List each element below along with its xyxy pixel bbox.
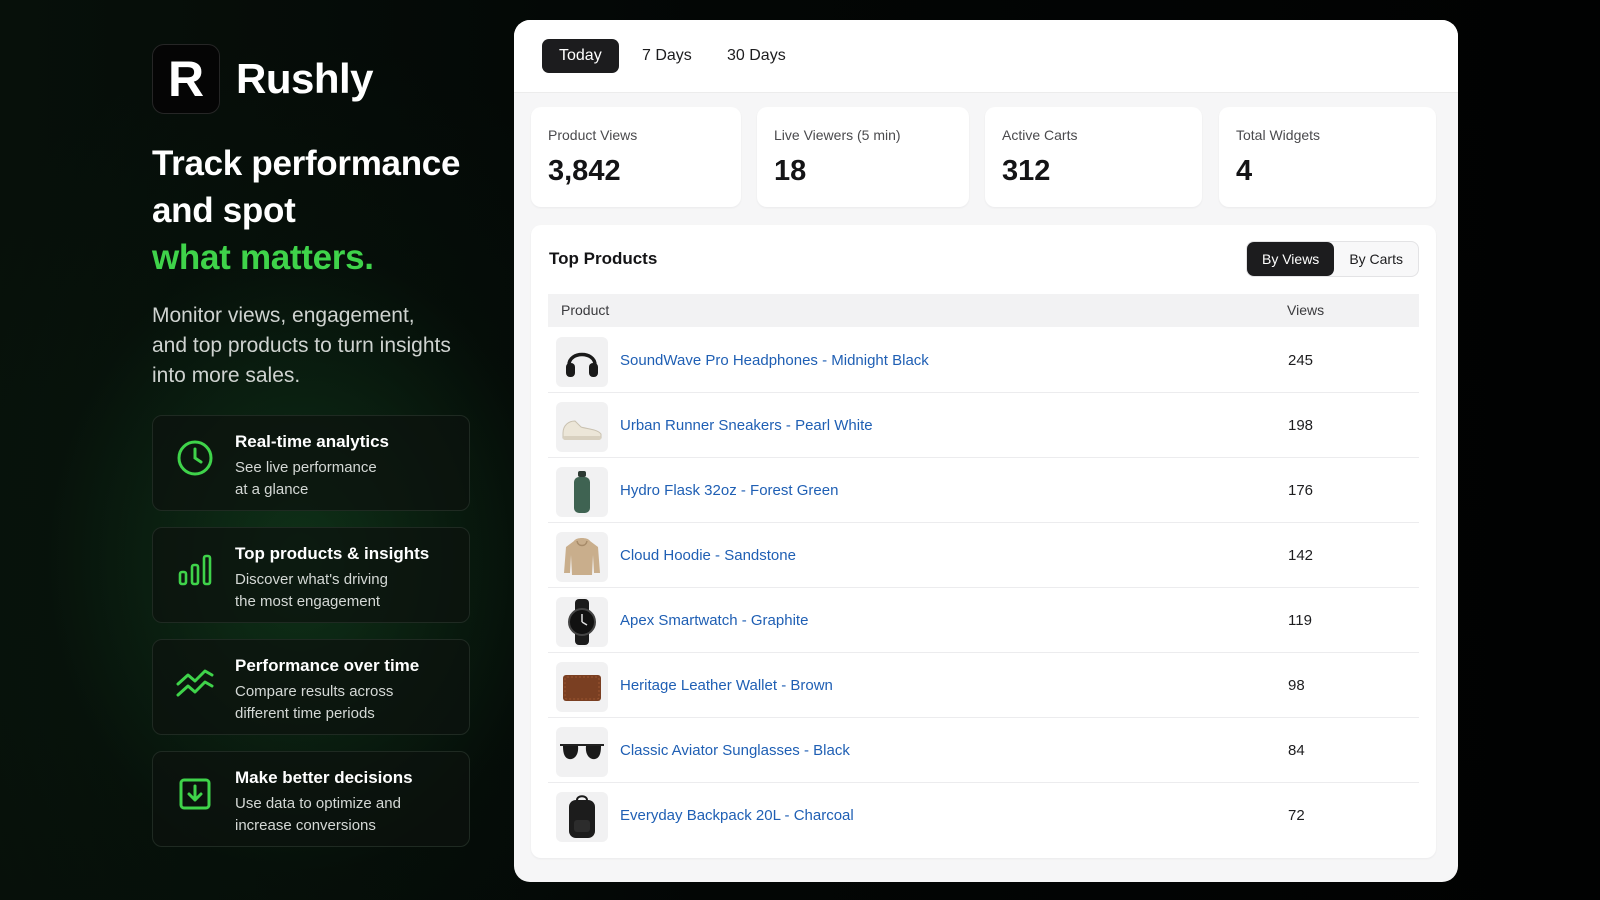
product-thumbnail	[556, 402, 608, 452]
product-views: 98	[1288, 677, 1305, 694]
stat-label: Total Widgets	[1236, 127, 1321, 143]
table-row: Everyday Backpack 20L - Charcoal 72	[548, 783, 1419, 847]
table-row: Hydro Flask 32oz - Forest Green 176	[548, 458, 1419, 523]
table-header: Product Views	[548, 294, 1419, 327]
product-link[interactable]: Heritage Leather Wallet - Brown	[620, 653, 833, 719]
table-row: Heritage Leather Wallet - Brown 98	[548, 653, 1419, 718]
product-thumbnail	[556, 597, 608, 647]
stat-card-product-views: Product Views 3,842	[531, 107, 741, 207]
top-products-title: Top Products	[549, 249, 658, 268]
sort-by-views-button[interactable]: By Views	[1246, 242, 1335, 276]
product-thumbnail	[556, 727, 608, 777]
product-thumbnail	[556, 337, 608, 387]
feature-description: See live performance at a glance	[235, 459, 377, 498]
feature-card: Top products & insights Discover what's …	[152, 527, 470, 623]
table-row: Cloud Hoodie - Sandstone 142	[548, 523, 1419, 588]
stat-card-total-widgets: Total Widgets 4	[1219, 107, 1436, 207]
feature-description: Use data to optimize and increase convers…	[235, 795, 401, 834]
product-link[interactable]: Everyday Backpack 20L - Charcoal	[620, 783, 854, 849]
feature-description: Discover what's driving the most engageme…	[235, 571, 388, 610]
product-link[interactable]: Cloud Hoodie - Sandstone	[620, 523, 796, 589]
stat-value: 4	[1236, 155, 1253, 187]
column-header-product: Product	[561, 302, 610, 318]
product-views: 176	[1288, 482, 1314, 499]
hero-section: R Rushly Track performance and spot what…	[152, 44, 472, 391]
wallet-icon	[563, 675, 601, 701]
feature-card: Performance over time Compare results ac…	[152, 639, 470, 735]
tab-today[interactable]: Today	[542, 39, 619, 73]
smartwatch-icon	[568, 599, 596, 645]
sneaker-icon	[562, 420, 602, 440]
top-products-card: Top Products By Views By Carts Product V…	[531, 225, 1436, 858]
brand-name: Rushly	[236, 55, 374, 102]
table-row: Apex Smartwatch - Graphite 119	[548, 588, 1419, 653]
table-row: Classic Aviator Sunglasses - Black 84	[548, 718, 1419, 783]
headline-line-2: and spot	[152, 191, 296, 230]
product-table-body: SoundWave Pro Headphones - Midnight Blac…	[548, 328, 1419, 847]
stat-value: 18	[774, 155, 807, 187]
table-row: Urban Runner Sneakers - Pearl White 198	[548, 393, 1419, 458]
product-views: 142	[1288, 547, 1314, 564]
bar-chart-icon	[178, 554, 212, 586]
time-range-tabs: Today 7 Days 30 Days	[514, 20, 1458, 93]
stat-card-live-viewers: Live Viewers (5 min) 18	[757, 107, 969, 207]
product-link[interactable]: Hydro Flask 32oz - Forest Green	[620, 458, 838, 524]
feature-title: Performance over time	[235, 656, 420, 675]
clock-icon	[177, 440, 213, 476]
feature-title: Real-time analytics	[235, 432, 390, 451]
product-views: 198	[1288, 417, 1314, 434]
table-row: SoundWave Pro Headphones - Midnight Blac…	[548, 328, 1419, 393]
stat-card-active-carts: Active Carts 312	[985, 107, 1202, 207]
feature-card: Real-time analytics See live performance…	[152, 415, 470, 511]
bottle-icon	[574, 471, 590, 513]
feature-card: Make better decisions Use data to optimi…	[152, 751, 470, 847]
dashboard-panel: Today 7 Days 30 Days Product Views 3,842…	[514, 20, 1458, 882]
stat-label: Product Views	[548, 127, 638, 143]
stat-value: 312	[1002, 155, 1051, 187]
stat-label: Live Viewers (5 min)	[774, 127, 901, 143]
headphones-icon	[566, 352, 598, 377]
feature-title: Make better decisions	[235, 768, 413, 787]
product-views: 84	[1288, 742, 1305, 759]
headline-line-1: Track performance	[152, 144, 461, 183]
logo: R	[152, 44, 220, 114]
hoodie-icon	[564, 538, 600, 575]
stat-label: Active Carts	[1002, 127, 1078, 143]
product-thumbnail	[556, 467, 608, 517]
stat-value: 3,842	[548, 155, 621, 187]
tab-30-days[interactable]: 30 Days	[710, 39, 803, 73]
sort-by-carts-button[interactable]: By Carts	[1334, 242, 1418, 276]
stats-row: Product Views 3,842 Live Viewers (5 min)…	[531, 107, 1436, 207]
product-thumbnail	[556, 532, 608, 582]
backpack-icon	[569, 795, 595, 838]
headline-accent: what matters.	[152, 238, 374, 277]
product-views: 245	[1288, 352, 1314, 369]
feature-description: Compare results across different time per…	[235, 683, 394, 722]
sort-toggle: By Views By Carts	[1245, 241, 1419, 277]
feature-title: Top products & insights	[235, 544, 430, 563]
product-link[interactable]: Urban Runner Sneakers - Pearl White	[620, 393, 873, 459]
trend-up-icon	[176, 669, 214, 697]
hero-subtext: Monitor views, engagement, and top produ…	[152, 304, 451, 387]
product-link[interactable]: Apex Smartwatch - Graphite	[620, 588, 808, 654]
product-link[interactable]: Classic Aviator Sunglasses - Black	[620, 718, 850, 784]
feature-list: Real-time analytics See live performance…	[152, 415, 470, 863]
download-icon	[179, 778, 211, 810]
column-header-views: Views	[1287, 302, 1325, 318]
product-views: 72	[1288, 807, 1305, 824]
brand: R Rushly	[152, 44, 472, 114]
tab-7-days[interactable]: 7 Days	[625, 39, 709, 73]
sunglasses-icon	[560, 744, 604, 760]
product-thumbnail	[556, 792, 608, 842]
product-views: 119	[1288, 612, 1312, 629]
headline: Track performance and spot what matters.	[152, 140, 472, 281]
product-thumbnail	[556, 662, 608, 712]
product-link[interactable]: SoundWave Pro Headphones - Midnight Blac…	[620, 328, 929, 394]
